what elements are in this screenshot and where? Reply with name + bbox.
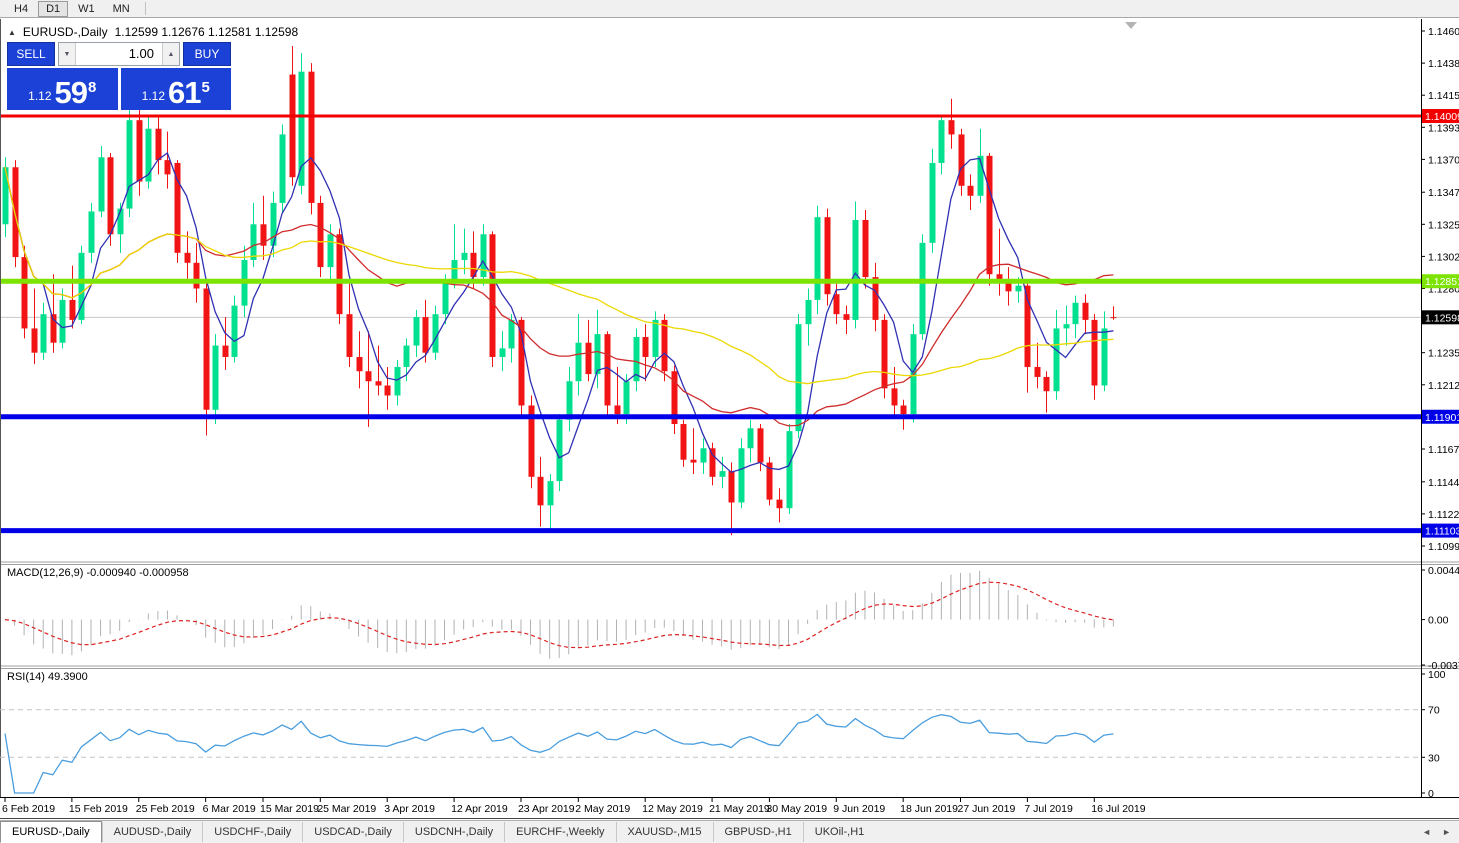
svg-text:0.004465: 0.004465 (1428, 565, 1459, 577)
ohlc-readout: 1.12599 1.12676 1.12581 1.12598 (115, 25, 299, 39)
svg-text:15 Mar 2019: 15 Mar 2019 (260, 803, 319, 815)
svg-text:25 Mar 2019: 25 Mar 2019 (317, 803, 376, 815)
timeframe-button-d1[interactable]: D1 (38, 1, 68, 17)
symbol-period-label: EURUSD-,Daily (23, 25, 108, 39)
price-chip-1.11901: 1.11901 (1422, 410, 1459, 424)
svg-text:70: 70 (1428, 705, 1440, 717)
svg-text:7 Jul 2019: 7 Jul 2019 (1024, 803, 1073, 815)
svg-text:2 May 2019: 2 May 2019 (575, 803, 630, 815)
trading-terminal: H4D1W1MN 1.146051.143801.141551.139301.1… (0, 0, 1459, 843)
tab-scroll-left-icon[interactable]: ◄ (1422, 827, 1431, 837)
svg-text:12 May 2019: 12 May 2019 (642, 803, 703, 815)
svg-text:100: 100 (1428, 669, 1446, 681)
svg-text:23 Apr 2019: 23 Apr 2019 (518, 803, 575, 815)
timeframe-toolbar: H4D1W1MN (0, 0, 1459, 18)
collapse-panel-icon[interactable]: ▲ (8, 28, 16, 37)
volume-increase-icon[interactable]: ▲ (162, 43, 179, 65)
tab-eurusd-daily[interactable]: EURUSD-,Daily (0, 821, 102, 843)
volume-decrease-icon[interactable]: ▼ (59, 43, 76, 65)
svg-text:1.11220: 1.11220 (1428, 509, 1459, 521)
tab-usdchf-daily[interactable]: USDCHF-,Daily (202, 822, 302, 842)
svg-text:1.11675: 1.11675 (1428, 444, 1459, 456)
sell-price-pip: 8 (88, 79, 96, 96)
sell-price-big: 59 (55, 78, 87, 108)
candles-series (3, 46, 1117, 535)
one-click-trading-panel: SELL ▼ 1.00 ▲ BUY 1.12598 1.12615 (7, 42, 231, 110)
rsi-pane (0, 710, 1421, 758)
sell-button[interactable]: SELL (7, 42, 55, 66)
svg-text:25 Feb 2019: 25 Feb 2019 (136, 803, 195, 815)
volume-input[interactable]: 1.00 (76, 43, 162, 65)
svg-text:1.13930: 1.13930 (1428, 122, 1459, 134)
svg-text:21 May 2019: 21 May 2019 (709, 803, 770, 815)
svg-text:1.14380: 1.14380 (1428, 58, 1459, 70)
buy-button[interactable]: BUY (183, 42, 231, 66)
tab-audusd-daily[interactable]: AUDUSD-,Daily (102, 822, 203, 842)
svg-text:15 Feb 2019: 15 Feb 2019 (69, 803, 128, 815)
timeframe-button-h4[interactable]: H4 (6, 1, 36, 17)
svg-text:1.10995: 1.10995 (1428, 541, 1459, 553)
svg-text:0: 0 (1428, 788, 1434, 800)
svg-text:12 Apr 2019: 12 Apr 2019 (451, 803, 508, 815)
svg-text:1.12125: 1.12125 (1428, 380, 1459, 392)
svg-text:1.11103: 1.11103 (1425, 526, 1459, 538)
svg-text:1.12851: 1.12851 (1425, 276, 1459, 288)
buy-price-display[interactable]: 1.12615 (121, 68, 232, 110)
volume-stepper: ▼ 1.00 ▲ (58, 42, 180, 66)
svg-text:27 Jun 2019: 27 Jun 2019 (958, 803, 1016, 815)
svg-text:1.11445: 1.11445 (1428, 477, 1459, 489)
svg-text:30 May 2019: 30 May 2019 (766, 803, 827, 815)
toolbar-separator (145, 2, 146, 15)
tab-xauusd-m15[interactable]: XAUUSD-,M15 (616, 822, 713, 842)
svg-text:30: 30 (1428, 752, 1440, 764)
rsi-label: RSI(14) 49.3900 (7, 671, 88, 683)
date-axis: 6 Feb 2019 15 Feb 2019 25 Feb 2019 6 Mar 20… (2, 797, 1146, 815)
svg-text:1.14605: 1.14605 (1428, 26, 1459, 38)
svg-text:18 Jun 2019: 18 Jun 2019 (900, 803, 958, 815)
svg-text:6 Feb 2019: 6 Feb 2019 (2, 803, 55, 815)
svg-text:1.12598: 1.12598 (1425, 312, 1459, 324)
svg-text:1.13705: 1.13705 (1428, 154, 1459, 166)
rsi-line (5, 714, 1113, 793)
buy-price-big: 61 (168, 78, 200, 108)
symbol-tab-bar: EURUSD-,DailyAUDUSD-,DailyUSDCHF-,DailyU… (0, 820, 1459, 843)
svg-text:1.14155: 1.14155 (1428, 90, 1459, 102)
svg-text:1.13025: 1.13025 (1428, 251, 1459, 263)
ma-line-50 (5, 167, 1113, 384)
svg-text:9 Jun 2019: 9 Jun 2019 (833, 803, 885, 815)
svg-text:16 Jul 2019: 16 Jul 2019 (1091, 803, 1145, 815)
chart-title: ▲ EURUSD-,Daily 1.12599 1.12676 1.12581 … (8, 25, 298, 39)
svg-text:0.00: 0.00 (1428, 615, 1449, 627)
svg-text:1.12350: 1.12350 (1428, 348, 1459, 360)
tab-scroll-arrows: ◄► (1422, 827, 1459, 837)
price-chip-current: 1.12598 (1422, 310, 1459, 324)
chart-shift-marker-icon[interactable] (1125, 22, 1137, 29)
tab-usdcnh-daily[interactable]: USDCNH-,Daily (403, 822, 504, 842)
tab-eurchf-weekly[interactable]: EURCHF-,Weekly (504, 822, 615, 842)
tab-gbpusd-h1[interactable]: GBPUSD-,H1 (713, 822, 803, 842)
chart-canvas[interactable]: 1.14605 1.14380 1.14155 1.13930 1.13705 1.134… (0, 19, 1459, 820)
sell-price-prefix: 1.12 (28, 89, 51, 103)
svg-text:6 Mar 2019: 6 Mar 2019 (203, 803, 256, 815)
svg-text:1.13475: 1.13475 (1428, 187, 1459, 199)
sell-price-display[interactable]: 1.12 598 (7, 68, 118, 110)
timeframe-button-w1[interactable]: W1 (70, 1, 103, 17)
svg-text:1.14009: 1.14009 (1425, 111, 1459, 123)
price-chip-1.14009: 1.14009 (1422, 109, 1459, 123)
svg-text:1.13250: 1.13250 (1428, 219, 1459, 231)
svg-text:1.11901: 1.11901 (1425, 412, 1459, 424)
timeframe-button-mn[interactable]: MN (105, 1, 138, 17)
tab-scroll-right-icon[interactable]: ► (1442, 827, 1451, 837)
buy-price-pip: 5 (202, 79, 210, 96)
chart-window: 1.14605 1.14380 1.14155 1.13930 1.13705 1.134… (0, 19, 1459, 820)
svg-text:3 Apr 2019: 3 Apr 2019 (384, 803, 435, 815)
tab-usdcad-daily[interactable]: USDCAD-,Daily (302, 822, 403, 842)
buy-price-prefix: 1.12 (142, 89, 165, 103)
price-chip-1.12851: 1.12851 (1422, 274, 1459, 288)
price-chip-1.11103: 1.11103 (1422, 524, 1459, 538)
tab-ukoil-h1[interactable]: UKOil-,H1 (803, 822, 876, 842)
macd-label: MACD(12,26,9) -0.000940 -0.000958 (7, 567, 189, 579)
ma-line-21 (5, 167, 1113, 426)
